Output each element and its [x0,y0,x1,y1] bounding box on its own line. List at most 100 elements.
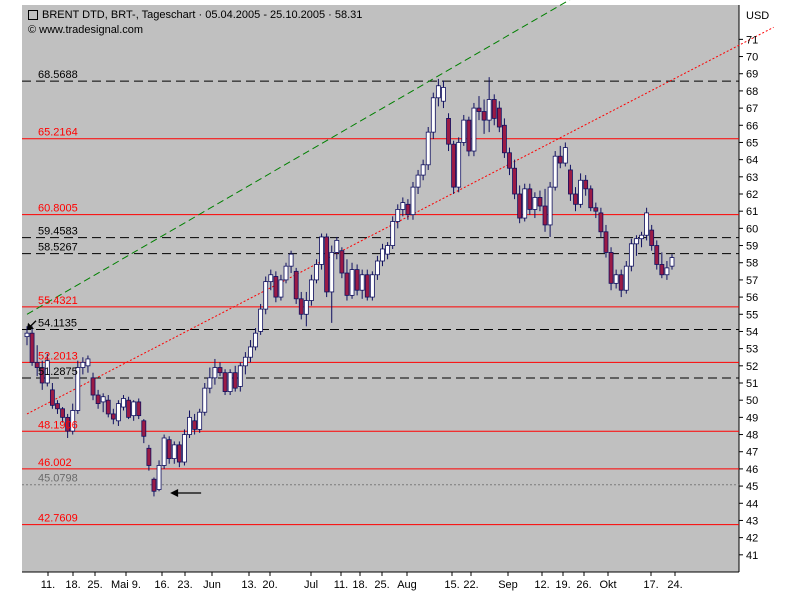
candle-body-down [61,409,65,418]
candle-body-up [360,275,364,290]
candle-body-down [193,421,197,430]
candle-body-up [670,258,674,267]
candle-body-up [304,301,308,315]
candle-body-up [436,86,440,98]
candle-body-up [289,254,293,266]
level-label: 59.4583 [38,226,78,238]
candle-body-down [325,237,329,292]
candle [137,398,141,419]
candle-body-down [497,108,501,127]
candle-body-down [91,378,95,395]
candle [431,93,435,139]
candle-body-up [401,203,405,210]
candle-body-up [86,359,90,366]
candle-body-up [203,388,207,412]
candle-body-down [96,395,100,404]
candle-body-down [477,108,481,111]
candle-body-up [462,120,466,142]
candle-body-down [355,270,359,291]
candle [457,137,461,192]
candle [467,117,471,157]
candle-body-down [142,421,146,436]
candle-body-up [426,132,430,165]
candle-body-down [467,120,471,151]
candle-body-up [431,98,435,132]
x-tick-label: 20. [262,579,277,591]
candle-body-up [157,465,161,489]
candle-body-down [177,445,181,462]
candle-body-up [208,378,212,388]
candle [629,239,633,272]
candle-body-up [533,197,537,209]
candle-body-down [584,180,588,189]
candle-body-down [365,275,369,297]
candle [426,127,430,170]
candle-body-up [172,445,176,459]
x-tick-label: 23. [177,579,192,591]
candle-body-up [25,333,29,336]
candle-body-down [492,100,496,119]
candle-body-up [254,333,258,347]
candle-body-up [213,368,217,378]
candle-body-down [218,368,222,373]
y-tick-label: 41 [746,550,758,562]
candle-body-up [269,275,273,282]
candle [645,208,649,241]
candle-body-down [340,251,344,273]
candle-body-down [619,275,623,290]
level-label: 65.2164 [38,127,78,139]
x-tick-label: 24. [667,579,682,591]
chart-canvas: 68.568865.216460.800559.458358.526755.43… [0,0,800,600]
x-tick-label: 11. [334,579,348,591]
candle [228,369,232,395]
level-label: 54.1135 [38,318,77,330]
x-tick-label: 25. [374,579,389,591]
candle-body-up [553,156,557,187]
y-tick-label: 46 [746,464,758,476]
y-tick-label: 65 [746,137,758,149]
candle-body-down [589,189,593,208]
candle-body-up [279,280,283,297]
candle-body-up [381,249,385,261]
x-tick-label: 18. [352,579,367,591]
candle-body-up [238,366,242,387]
candle-body-down [147,448,151,465]
candle-body-up [614,275,618,284]
candle [325,234,329,298]
x-tick-label: 13. [241,579,256,591]
candle-body-down [111,414,115,419]
candle [320,234,324,270]
candle-body-up [248,347,252,357]
y-tick-label: 51 [746,378,758,390]
candle-body-up [350,270,354,296]
y-tick-label: 70 [746,52,758,64]
level-label: 42.7609 [38,513,78,525]
level-label: 48.1906 [38,419,78,431]
x-tick-label: Mai 9. [111,579,141,591]
candle [411,182,415,220]
candle-body-up [198,412,202,429]
candle-body-down [609,252,613,283]
y-axis-ticks: 4142434445464748495051525354555657585960… [739,34,758,561]
level-label: 68.5688 [38,69,78,81]
candle-body-down [137,402,141,416]
level-label: 51.2875 [38,366,78,378]
candle-body-down [274,276,278,297]
candle [223,369,227,395]
y-tick-label: 42 [746,533,758,545]
y-tick-label: 69 [746,69,758,81]
candle [523,184,527,222]
candle [452,141,456,194]
candle [182,429,186,465]
candle-body-down [604,232,608,253]
candle-body-down [452,144,456,187]
candle-body-up [335,240,339,252]
candle-body-down [233,373,237,388]
y-tick-label: 55 [746,309,758,321]
candle-body-up [629,244,633,266]
candle-body-up [330,252,334,292]
candle-body-up [472,108,476,151]
candle-body-up [259,309,263,331]
y-tick-label: 57 [746,275,758,287]
candle [370,271,374,300]
